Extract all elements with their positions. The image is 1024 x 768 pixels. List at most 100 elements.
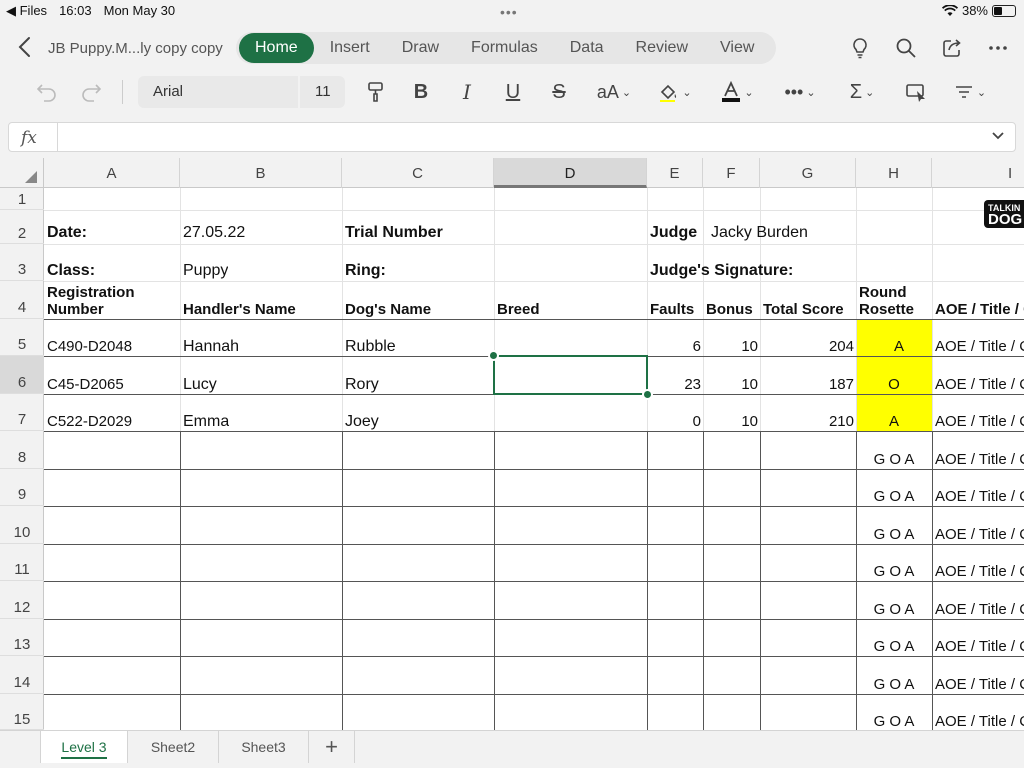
- row-header-13[interactable]: 13: [0, 619, 44, 656]
- share-icon[interactable]: [940, 36, 964, 60]
- entry-3-handler[interactable]: Emma: [183, 412, 229, 431]
- row-header-14[interactable]: 14: [0, 656, 44, 694]
- column-header-c[interactable]: C: [342, 158, 494, 188]
- search-icon[interactable]: [894, 36, 918, 60]
- entry-1-total[interactable]: 204: [760, 337, 854, 356]
- entry-3-faults[interactable]: 0: [647, 412, 701, 431]
- entry-2-total[interactable]: 187: [760, 375, 854, 394]
- entry-1-bonus[interactable]: 10: [703, 337, 758, 356]
- aoe-cell[interactable]: AOE / Title / C: [935, 525, 1024, 544]
- aoe-cell[interactable]: AOE / Title / C: [935, 600, 1024, 619]
- column-header-a[interactable]: A: [44, 158, 180, 188]
- font-name-field[interactable]: Arial: [138, 76, 298, 108]
- header-breed[interactable]: Breed: [497, 301, 540, 318]
- column-header-e[interactable]: E: [647, 158, 703, 188]
- date-value[interactable]: 27.05.22: [183, 223, 245, 242]
- lightbulb-icon[interactable]: [848, 36, 872, 60]
- rosette-options[interactable]: G O A: [856, 450, 932, 469]
- row-header-3[interactable]: 3: [0, 244, 44, 281]
- tab-data[interactable]: Data: [554, 33, 620, 63]
- back-to-app-link[interactable]: ◀ Files: [6, 3, 47, 19]
- judge-label[interactable]: Judge: [650, 223, 697, 242]
- tab-formulas[interactable]: Formulas: [455, 33, 554, 63]
- select-cells-button[interactable]: [902, 78, 930, 106]
- entry-2-faults[interactable]: 23: [647, 375, 701, 394]
- entry-3-dog[interactable]: Joey: [345, 412, 379, 431]
- header-dog[interactable]: Dog's Name: [345, 301, 431, 318]
- sheet-tab-sheet2[interactable]: Sheet2: [128, 731, 219, 763]
- aoe-cell[interactable]: AOE / Title / C: [935, 637, 1024, 656]
- header-total-score[interactable]: Total Score: [763, 301, 844, 318]
- back-chevron-icon[interactable]: [14, 34, 36, 60]
- function-icon[interactable]: fx: [21, 128, 37, 148]
- entry-3-bonus[interactable]: 10: [703, 412, 758, 431]
- entry-1-handler[interactable]: Hannah: [183, 337, 239, 356]
- column-header-b[interactable]: B: [180, 158, 342, 188]
- column-header-d[interactable]: D: [494, 158, 647, 188]
- row-header-10[interactable]: 10: [0, 506, 44, 544]
- selection-handle-bottom-right[interactable]: [642, 389, 653, 400]
- underline-button[interactable]: U: [500, 78, 526, 106]
- judge-value[interactable]: Jacky Burden: [711, 223, 808, 242]
- aoe-cell[interactable]: AOE / Title / C: [935, 450, 1024, 469]
- row-header-12[interactable]: 12: [0, 581, 44, 619]
- multitask-dots-icon[interactable]: •••: [500, 4, 518, 20]
- rosette-options[interactable]: G O A: [856, 562, 932, 581]
- row-header-4[interactable]: 4: [0, 281, 44, 319]
- aoe-cell[interactable]: AOE / Title / C: [935, 675, 1024, 694]
- row-header-7[interactable]: 7: [0, 394, 44, 431]
- font-color-button[interactable]: ⌄: [716, 78, 758, 106]
- entry-1-dog[interactable]: Rubble: [345, 337, 396, 356]
- entry-1-aoe[interactable]: AOE / Title / C: [935, 337, 1024, 356]
- tab-review[interactable]: Review: [620, 33, 704, 63]
- entry-3-aoe[interactable]: AOE / Title / C: [935, 412, 1024, 431]
- aoe-cell[interactable]: AOE / Title / C: [935, 562, 1024, 581]
- judge-signature-label[interactable]: Judge's Signature:: [650, 261, 793, 280]
- font-size-field[interactable]: 11: [300, 76, 345, 108]
- header-registration[interactable]: Registration Number: [47, 284, 135, 318]
- column-header-f[interactable]: F: [703, 158, 760, 188]
- italic-button[interactable]: I: [454, 78, 480, 106]
- sheet-tab-sheet3[interactable]: Sheet3: [219, 731, 309, 763]
- sheet-tab-level-3[interactable]: Level 3: [40, 731, 128, 763]
- sort-filter-button[interactable]: ⌄: [950, 78, 990, 106]
- entry-1-faults[interactable]: 6: [647, 337, 701, 356]
- bold-button[interactable]: B: [408, 78, 434, 106]
- column-header-h[interactable]: H: [856, 158, 932, 188]
- more-options-icon[interactable]: [986, 36, 1010, 60]
- entry-3-total[interactable]: 210: [760, 412, 854, 431]
- header-faults[interactable]: Faults: [650, 301, 694, 318]
- selection-handle-top-left[interactable]: [488, 350, 499, 361]
- header-bonus[interactable]: Bonus: [706, 301, 753, 318]
- row-header-15[interactable]: 15: [0, 694, 44, 730]
- cell-area[interactable]: Date: 27.05.22 Trial Number Judge Jacky …: [44, 188, 1024, 730]
- column-header-i[interactable]: I: [932, 158, 1024, 188]
- row-header-8[interactable]: 8: [0, 431, 44, 469]
- format-painter-button[interactable]: [362, 78, 390, 106]
- row-header-5[interactable]: 5: [0, 319, 44, 356]
- autosum-button[interactable]: Σ ⌄: [842, 78, 882, 106]
- fill-color-button[interactable]: ⌄: [654, 78, 696, 106]
- tab-insert[interactable]: Insert: [314, 33, 386, 63]
- class-label[interactable]: Class:: [47, 261, 95, 280]
- entry-2-registration[interactable]: C45-D2065: [47, 375, 124, 394]
- selected-cell-d6[interactable]: [493, 355, 648, 395]
- text-size-button[interactable]: aA ⌄: [592, 78, 636, 106]
- formula-bar[interactable]: fx: [8, 122, 1016, 152]
- row-header-9[interactable]: 9: [0, 469, 44, 506]
- entry-2-handler[interactable]: Lucy: [183, 375, 217, 394]
- entry-2-aoe[interactable]: AOE / Title / C: [935, 375, 1024, 394]
- entry-3-rosette[interactable]: A: [856, 412, 932, 431]
- entry-2-bonus[interactable]: 10: [703, 375, 758, 394]
- rosette-options[interactable]: G O A: [856, 712, 932, 730]
- tab-view[interactable]: View: [704, 33, 770, 63]
- row-header-1[interactable]: 1: [0, 188, 44, 210]
- undo-button[interactable]: [34, 78, 60, 106]
- rosette-options[interactable]: G O A: [856, 525, 932, 544]
- entry-3-registration[interactable]: C522-D2029: [47, 412, 132, 431]
- column-header-g[interactable]: G: [760, 158, 856, 188]
- entry-2-rosette[interactable]: O: [856, 375, 932, 394]
- tab-draw[interactable]: Draw: [386, 33, 455, 63]
- class-value[interactable]: Puppy: [183, 261, 228, 280]
- redo-button[interactable]: [78, 78, 104, 106]
